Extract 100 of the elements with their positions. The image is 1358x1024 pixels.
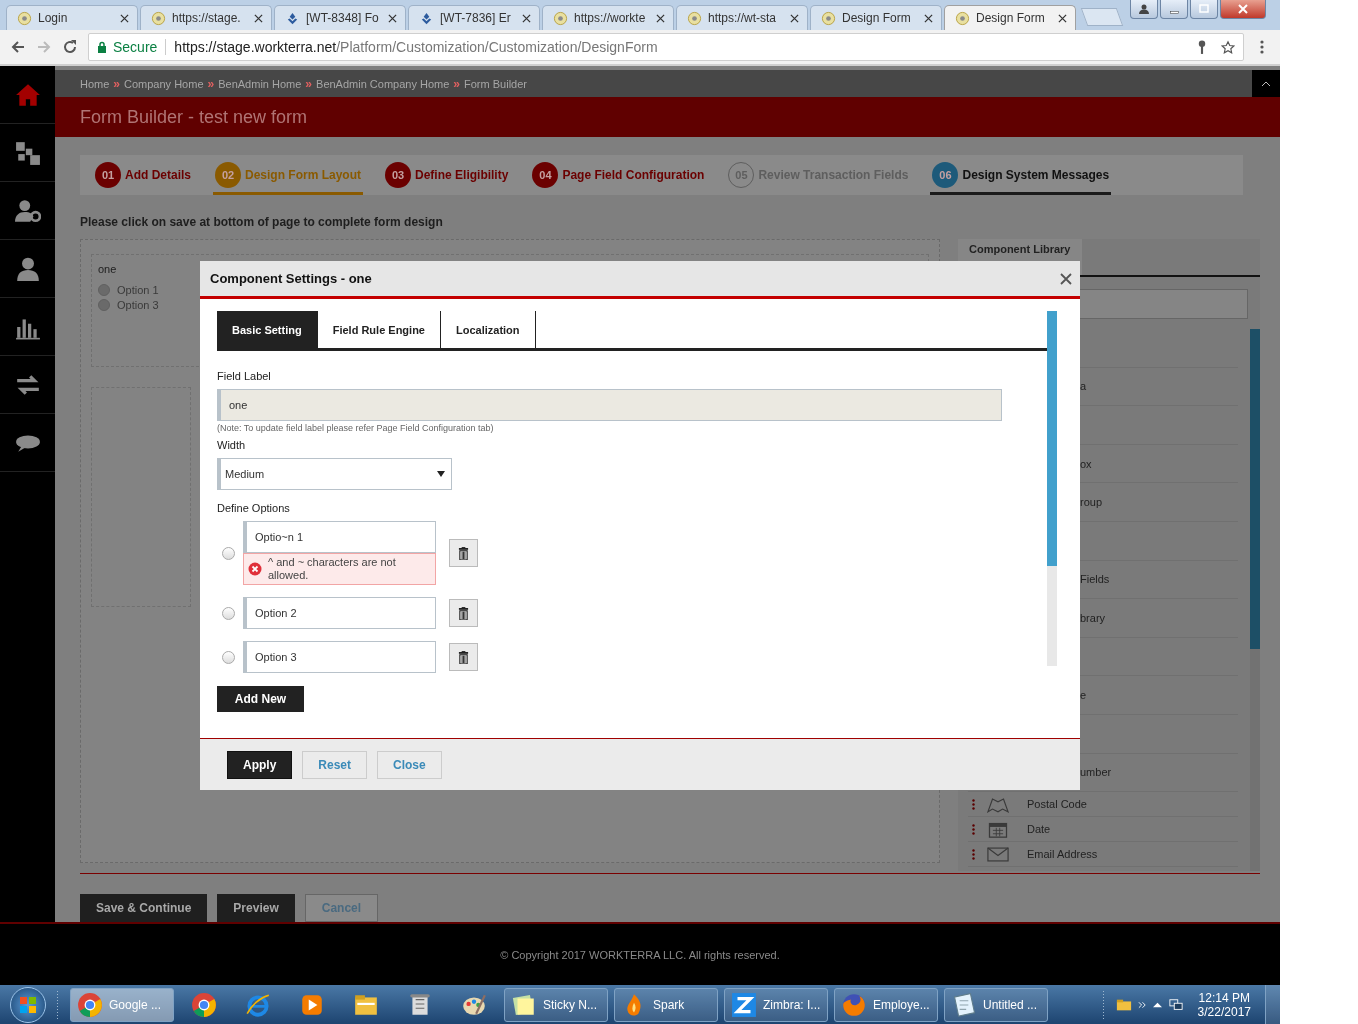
close-icon[interactable] (120, 13, 129, 23)
taskbar-item[interactable]: Sticky N... (504, 987, 608, 1022)
component-item[interactable]: Postal Code (968, 792, 1238, 818)
dialog-button[interactable]: Apply (227, 750, 293, 779)
maximize-button[interactable] (1190, 0, 1218, 19)
back-icon[interactable] (10, 39, 26, 55)
field-label: one (98, 263, 118, 275)
taskbar-item[interactable]: Untitled ... (944, 987, 1048, 1022)
wizard-step[interactable]: 01 Add Details (93, 155, 193, 195)
start-button[interactable] (10, 986, 46, 1023)
close-icon[interactable] (1058, 13, 1067, 23)
clock[interactable]: 12:14 PM 3/22/2017 (1189, 990, 1259, 1019)
option-input[interactable]: Option 2 (243, 597, 436, 630)
breadcrumb-link[interactable]: Form Builder (464, 77, 527, 90)
browser-tab[interactable]: Login (6, 5, 138, 30)
menu-icon[interactable] (1260, 39, 1264, 55)
browser-tab[interactable]: https://wt-sta (676, 5, 808, 30)
component-label[interactable]: brary (1080, 611, 1106, 624)
component-label[interactable]: e (1080, 689, 1087, 702)
error-text: ^ and ~ characters are not allowed. (268, 556, 397, 583)
trash-icon (458, 606, 469, 620)
browser-tab[interactable]: [WT-8348] Fo (274, 5, 406, 30)
close-icon[interactable] (388, 13, 397, 23)
browser-icon (245, 991, 271, 1018)
lock-icon (97, 41, 107, 53)
field-label-input[interactable]: one (217, 389, 1002, 422)
browser-tab[interactable]: https://stage. (140, 5, 272, 30)
envelope-icon (987, 845, 1009, 863)
field-note: (Note: To update field label please refer Page Field Configuration tab) (217, 423, 495, 434)
close-icon[interactable] (1060, 272, 1072, 285)
breadcrumb-separator: » (113, 76, 121, 91)
action-button[interactable]: Save & Continue (80, 894, 208, 922)
trash-icon (458, 650, 469, 664)
breadcrumb-link[interactable]: Home (80, 77, 110, 90)
taskbar-item[interactable]: Employe... (834, 987, 938, 1022)
radio-button[interactable] (222, 546, 235, 560)
dialog-button[interactable]: Close (377, 750, 442, 779)
options-caption: Define Options (217, 502, 291, 515)
close-icon[interactable] (522, 13, 531, 23)
option-input[interactable]: Option 3 (243, 641, 436, 674)
taskbar-item[interactable]: Zimbra: I... (724, 987, 828, 1022)
copyright-text: © Copyright 2017 WORKTERRA LLC. All rights reserved. (500, 948, 780, 961)
radio-button[interactable] (222, 650, 235, 664)
scrollbar[interactable] (1047, 311, 1057, 667)
radio-button[interactable] (98, 299, 110, 311)
user-button[interactable] (1130, 0, 1158, 19)
component-label[interactable]: Fields (1080, 573, 1110, 586)
delete-button[interactable] (449, 539, 478, 568)
dropdown-arrow-icon (437, 471, 445, 478)
browser-icon (77, 991, 103, 1018)
component-label[interactable]: ox (1080, 457, 1092, 470)
instruction-text: Please click on save at bottom of page to complete form design (80, 215, 444, 229)
scrollbar[interactable] (1250, 329, 1260, 871)
close-icon[interactable] (254, 13, 263, 23)
browser-tab[interactable]: https://workte (542, 5, 674, 30)
action-button[interactable]: Preview (217, 894, 295, 922)
component-item[interactable]: Email Address (968, 842, 1238, 868)
reload-icon[interactable] (62, 39, 78, 55)
wizard-step[interactable]: 03 Define Eligibility (383, 155, 511, 195)
width-select[interactable]: Medium (217, 458, 452, 491)
folder-icon[interactable] (1115, 997, 1132, 1012)
component-label[interactable]: a (1080, 380, 1087, 393)
dialog-button[interactable]: Reset (302, 750, 368, 779)
breadcrumb-link[interactable]: BenAdmin Company Home (316, 77, 450, 90)
double-chevron-icon[interactable] (1137, 1000, 1147, 1009)
network-icon[interactable] (1167, 997, 1184, 1012)
add-new-button[interactable]: Add New (217, 686, 304, 713)
component-item[interactable]: Date (968, 817, 1238, 843)
browser-icon (841, 991, 867, 1018)
browser-tab[interactable]: Design Form (810, 5, 942, 30)
option-input[interactable]: Optio~n 1 (243, 521, 436, 554)
show-desktop-button[interactable] (1265, 985, 1280, 1024)
caret-up-icon[interactable] (1152, 1000, 1162, 1009)
browser-tab[interactable]: [WT-7836] Er (408, 5, 540, 30)
breadcrumb-separator: » (453, 76, 461, 91)
component-label[interactable]: umber (1080, 766, 1112, 779)
breadcrumb-link[interactable]: Company Home (124, 77, 204, 90)
address-field[interactable]: Secure https://stage.workterra.net/Platform/Customization/Customization/DesignForm (88, 33, 1244, 61)
radio-button[interactable] (98, 284, 110, 296)
radio-button[interactable] (222, 606, 235, 620)
taskbar-item[interactable]: Spark (614, 987, 718, 1022)
delete-button[interactable] (449, 643, 478, 672)
wizard-step[interactable]: 06 Design System Messages (930, 155, 1112, 195)
breadcrumb-link[interactable]: BenAdmin Home (218, 77, 302, 90)
browser-tab[interactable]: Design Form (944, 5, 1076, 30)
wizard-step[interactable]: 04 Page Field Configuration (530, 155, 707, 195)
close-icon[interactable] (656, 13, 665, 23)
settings-tab[interactable]: Basic Setting (217, 311, 318, 349)
close-icon[interactable] (790, 13, 799, 23)
width-caption: Width (217, 439, 247, 452)
drag-handle-icon (972, 848, 975, 860)
minimize-icon (1169, 11, 1179, 14)
close-icon[interactable] (924, 13, 933, 23)
dialog-title: Component Settings - one (210, 271, 373, 287)
star-icon[interactable] (1221, 39, 1235, 55)
user-icon (14, 255, 41, 282)
delete-button[interactable] (449, 599, 478, 628)
component-label[interactable]: roup (1080, 496, 1103, 509)
close-button[interactable] (1220, 0, 1266, 19)
map-icon (987, 795, 1009, 813)
